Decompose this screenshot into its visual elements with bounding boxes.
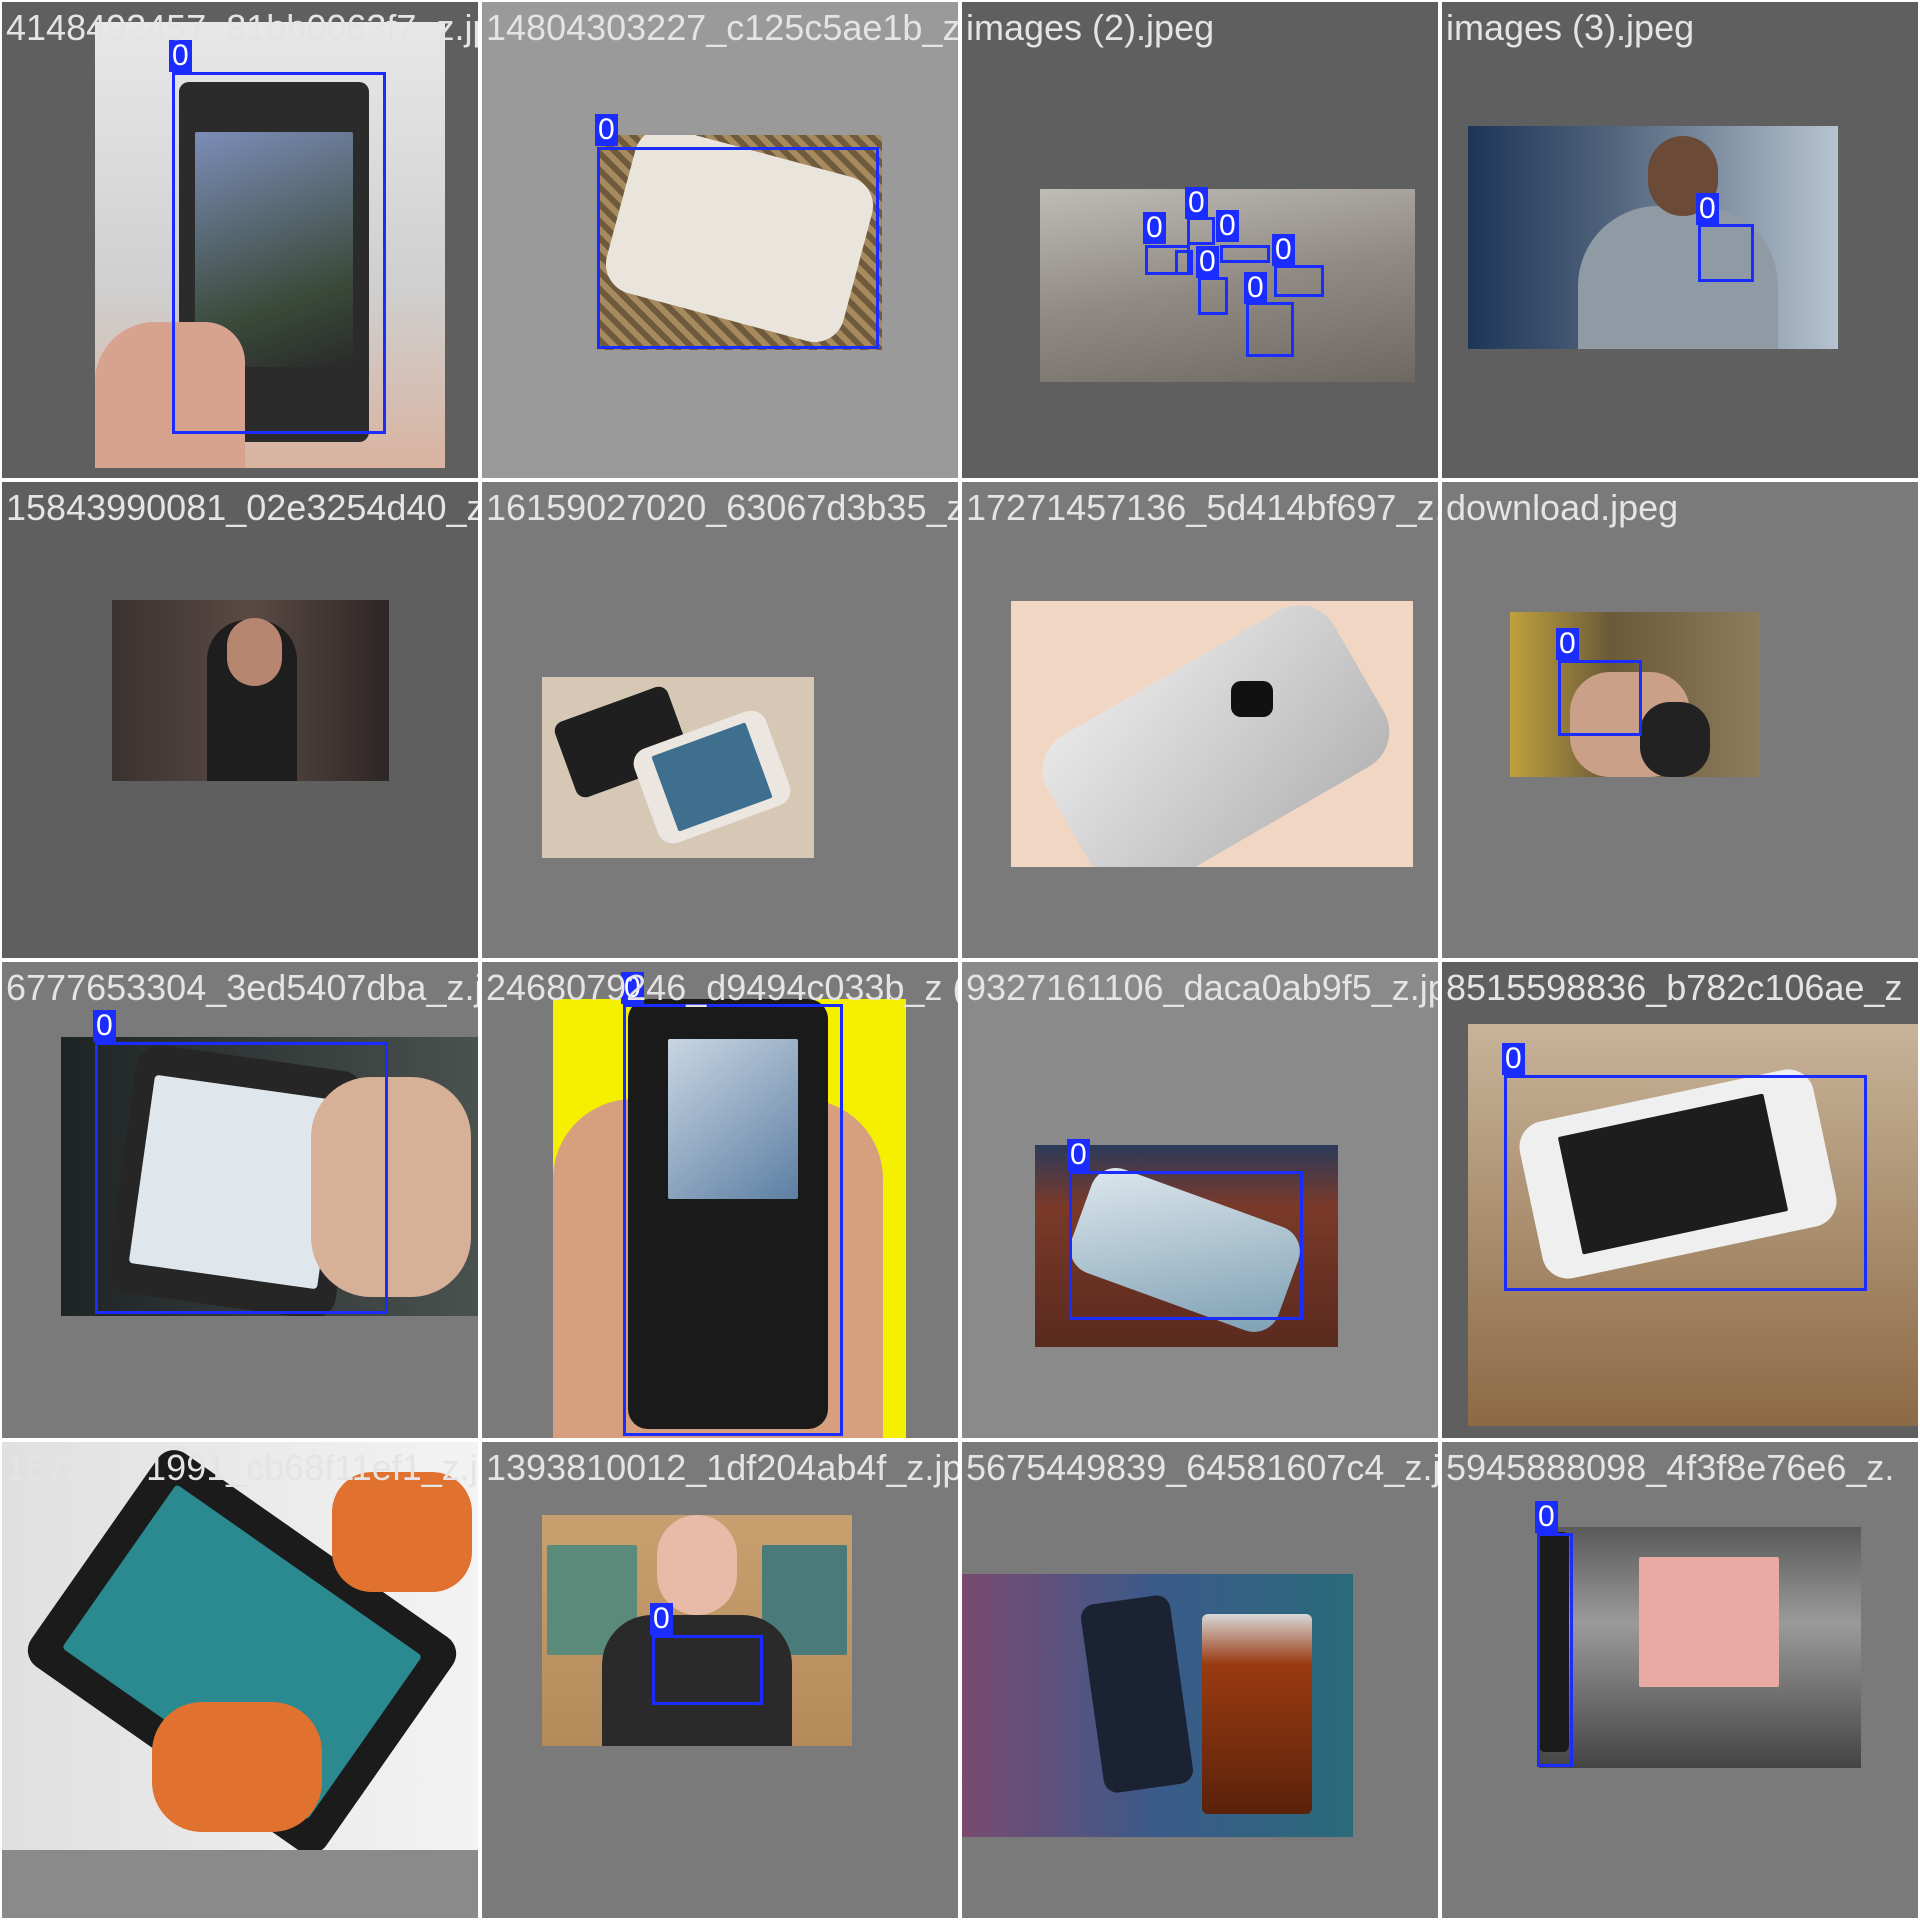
- box-label: 0: [1272, 234, 1295, 266]
- detection-box: [652, 1635, 763, 1705]
- box-label: 0: [1502, 1043, 1525, 1075]
- detection-box: [597, 147, 879, 349]
- tile-photo: [1468, 126, 1838, 349]
- box-label: 0: [93, 1010, 116, 1042]
- tile-5: 16159027020_63067d3b35_z.jpg: [482, 482, 958, 958]
- box-label: 0: [169, 40, 192, 72]
- head-shape: [227, 618, 282, 686]
- box-label: 0: [1535, 1501, 1558, 1533]
- filename-label: 6777653304_3ed5407dba_z.jpg: [6, 967, 478, 1008]
- tile-11: 0 8515598836_b782c106ae_z: [1442, 962, 1918, 1438]
- filename-label: 5945888098_4f3f8e76e6_z.: [1446, 1447, 1895, 1488]
- detection-box: [1198, 277, 1228, 315]
- filename-label: 1393810012_1df204ab4f_z.jpg: [486, 1447, 958, 1488]
- tile-12: 16722431991_cb68f11ef1_z.jpg: [2, 1442, 478, 1918]
- head-shape: [657, 1515, 737, 1615]
- detection-box: [1187, 217, 1215, 245]
- glove-shape: [1640, 702, 1710, 777]
- detection-box: [1274, 265, 1324, 297]
- tile-8: 0 6777653304_3ed5407dba_z.jpg: [2, 962, 478, 1438]
- tile-10: 0 9327161106_daca0ab9f5_z.jpg: [962, 962, 1438, 1438]
- tile-photo: [1539, 1527, 1861, 1768]
- tile-7: 0 download.jpeg: [1442, 482, 1918, 958]
- tile-6: 17271457136_5d414bf697_z.jpg: [962, 482, 1438, 958]
- camera-lens-shape: [1231, 681, 1273, 717]
- tile-15: 0 5945888098_4f3f8e76e6_z.: [1442, 1442, 1918, 1918]
- phone-shape: [1028, 601, 1404, 867]
- glass-shape: [1202, 1614, 1312, 1814]
- tile-photo: [2, 1442, 478, 1850]
- box-label: 0: [1244, 272, 1267, 304]
- filename-label: 9327161106_daca0ab9f5_z.jpg: [966, 967, 1438, 1008]
- box-label: 0: [1067, 1139, 1090, 1171]
- tile-13: 0 1393810012_1df204ab4f_z.jpg: [482, 1442, 958, 1918]
- tile-14: 5675449839_64581607c4_z.jpg: [962, 1442, 1438, 1918]
- box-label: 0: [621, 972, 644, 1004]
- box-label: 0: [1556, 628, 1579, 660]
- filename-label: 5675449839_64581607c4_z.jpg: [966, 1447, 1438, 1488]
- tile-2: 0 0 0 0 0 0 0 images (2).jpeg: [962, 2, 1438, 478]
- tile-1: 0 14804303227_c125c5ae1b_z.jpg: [482, 2, 958, 478]
- filename-label: 14804303227_c125c5ae1b_z.jpg: [486, 7, 958, 48]
- poster-shape: [1639, 1557, 1779, 1687]
- detection-box: [1537, 1533, 1573, 1767]
- tile-0: 0 4148492457_81bb0063f7_z.jpg: [2, 2, 478, 478]
- tile-photo: [962, 1574, 1353, 1837]
- detection-box: [1504, 1075, 1867, 1291]
- filename-label: images (3).jpeg: [1446, 7, 1695, 48]
- detection-box: [1698, 224, 1754, 282]
- box-label: 0: [1696, 193, 1719, 225]
- detection-box: [1246, 302, 1294, 357]
- filename-label: 16159027020_63067d3b35_z.jpg: [486, 487, 958, 528]
- filename-label: 17271457136_5d414bf697_z.jpg: [966, 487, 1438, 528]
- filename-label: images (2).jpeg: [966, 7, 1215, 48]
- box-label: 0: [1196, 246, 1219, 278]
- hand-shape: [152, 1702, 322, 1832]
- box-label: 0: [650, 1603, 673, 1635]
- box-label: 0: [1216, 210, 1239, 242]
- tile-photo: [542, 1515, 852, 1746]
- tile-9: 0 2468079246_d9494c033b_z (3).jpg: [482, 962, 958, 1438]
- detection-box: [1175, 250, 1193, 275]
- tile-photo: [1011, 601, 1413, 867]
- tile-photo: [112, 600, 389, 781]
- tile-3: 0 images (3).jpeg: [1442, 2, 1918, 478]
- tile-4: 15843990081_02e3254d40_z.jpg: [2, 482, 478, 958]
- filename-label: download.jpeg: [1446, 487, 1679, 528]
- filename-label: 8515598836_b782c106ae_z: [1446, 967, 1903, 1008]
- box-label: 0: [1143, 212, 1166, 244]
- phone-shape: [1079, 1593, 1195, 1795]
- box-label: 0: [1185, 187, 1208, 219]
- hand-shape: [332, 1472, 472, 1592]
- detection-box: [623, 1004, 843, 1436]
- box-label: 0: [595, 114, 618, 146]
- tile-photo: [542, 677, 814, 858]
- detection-box: [1558, 660, 1642, 736]
- detection-box: [95, 1042, 388, 1314]
- detection-box: [172, 72, 386, 434]
- mosaic-grid: 0 4148492457_81bb0063f7_z.jpg 0 14804303…: [0, 0, 1920, 1920]
- detection-box: [1220, 245, 1270, 263]
- detection-box: [1069, 1171, 1303, 1320]
- filename-label: 15843990081_02e3254d40_z.jpg: [6, 487, 478, 528]
